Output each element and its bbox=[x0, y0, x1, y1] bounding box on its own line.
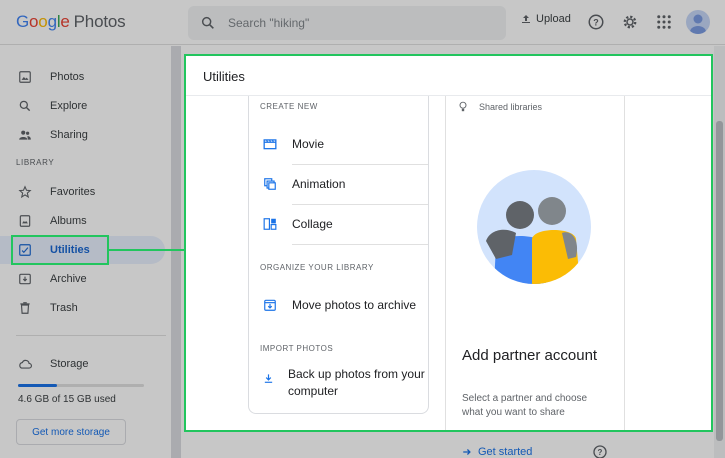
star-icon bbox=[18, 185, 32, 199]
svg-text:?: ? bbox=[598, 448, 603, 457]
library-section-label: LIBRARY bbox=[16, 158, 55, 167]
archive-icon bbox=[19, 273, 31, 285]
upload-button[interactable]: Upload bbox=[520, 13, 571, 25]
arrow-right-icon bbox=[463, 449, 471, 455]
search-icon[interactable] bbox=[200, 15, 216, 31]
utilities-highlight-box bbox=[11, 235, 109, 265]
utilities-panel: Utilities CREATE NEW Movie Animation Col… bbox=[184, 54, 713, 432]
main-scrollbar[interactable] bbox=[714, 46, 725, 458]
cloud-icon bbox=[19, 359, 32, 369]
settings-gear-icon[interactable] bbox=[621, 13, 639, 31]
utilities-card: CREATE NEW Movie Animation Collage ORGAN… bbox=[248, 96, 429, 414]
sidebar-item-trash[interactable]: Trash bbox=[0, 294, 165, 322]
move-to-archive-utility[interactable]: Move photos to archive bbox=[249, 285, 428, 325]
get-more-storage-button[interactable]: Get more storage bbox=[16, 419, 126, 445]
trash-icon bbox=[20, 302, 30, 314]
help-icon[interactable]: ? bbox=[587, 13, 605, 31]
svg-text:?: ? bbox=[593, 17, 599, 27]
explore-search-icon bbox=[19, 100, 31, 112]
lightbulb-icon bbox=[459, 101, 467, 112]
apps-grid-icon[interactable] bbox=[655, 13, 673, 31]
shared-libraries-label: Shared libraries bbox=[479, 102, 543, 112]
sidebar-divider bbox=[16, 335, 166, 336]
storage-usage-fill bbox=[18, 384, 58, 387]
top-bar: GooglePhotos Upload ? bbox=[0, 0, 725, 45]
collage-utility[interactable]: Collage bbox=[249, 204, 428, 244]
partner-illustration bbox=[477, 170, 591, 284]
organize-library-label: ORGANIZE YOUR LIBRARY bbox=[260, 263, 374, 272]
people-icon bbox=[19, 130, 31, 140]
sidebar-item-albums[interactable]: Albums bbox=[0, 207, 165, 235]
google-photos-logo[interactable]: Google Photos bbox=[16, 12, 126, 32]
download-icon bbox=[264, 374, 273, 383]
photo-icon bbox=[19, 71, 31, 83]
storage-usage-bar bbox=[18, 384, 144, 387]
import-photos-label: IMPORT PHOTOS bbox=[260, 344, 334, 353]
main-scrollbar-thumb[interactable] bbox=[716, 121, 723, 441]
help-icon[interactable]: ? bbox=[592, 444, 608, 458]
add-partner-description: Select a partner and choose what you wan… bbox=[462, 393, 588, 418]
sidebar-item-favorites[interactable]: Favorites bbox=[0, 178, 165, 206]
avatar-person-icon bbox=[690, 14, 706, 34]
movie-utility[interactable]: Movie bbox=[249, 124, 428, 164]
upload-icon bbox=[522, 15, 530, 23]
search-bar[interactable] bbox=[188, 6, 506, 40]
sidebar-item-sharing[interactable]: Sharing bbox=[0, 121, 165, 149]
sidebar-item-explore[interactable]: Explore bbox=[0, 92, 165, 120]
album-icon bbox=[19, 215, 31, 227]
animation-utility[interactable]: Animation bbox=[249, 164, 428, 204]
column-divider bbox=[445, 96, 446, 430]
archive-box-icon bbox=[264, 299, 276, 311]
storage-label[interactable]: Storage bbox=[50, 358, 89, 370]
create-new-label: CREATE NEW bbox=[260, 102, 318, 111]
get-started-link[interactable]: Get started bbox=[462, 446, 532, 458]
collage-icon bbox=[263, 218, 277, 230]
sidebar-scrollbar[interactable] bbox=[171, 46, 181, 458]
row-divider bbox=[292, 244, 428, 245]
movie-icon bbox=[263, 139, 277, 150]
sidebar-item-photos[interactable]: Photos bbox=[0, 63, 165, 91]
highlight-connector-line bbox=[109, 249, 184, 251]
page-title: Utilities bbox=[203, 69, 245, 84]
storage-usage-text: 4.6 GB of 15 GB used bbox=[18, 394, 116, 405]
add-partner-title: Add partner account bbox=[462, 347, 598, 364]
search-input[interactable] bbox=[228, 6, 488, 40]
sidebar-item-archive[interactable]: Archive bbox=[0, 265, 165, 293]
column-divider bbox=[624, 96, 625, 430]
backup-computer-utility[interactable]: Back up photos from your computer bbox=[249, 366, 428, 406]
account-avatar[interactable] bbox=[686, 10, 710, 34]
animation-icon bbox=[264, 178, 276, 190]
